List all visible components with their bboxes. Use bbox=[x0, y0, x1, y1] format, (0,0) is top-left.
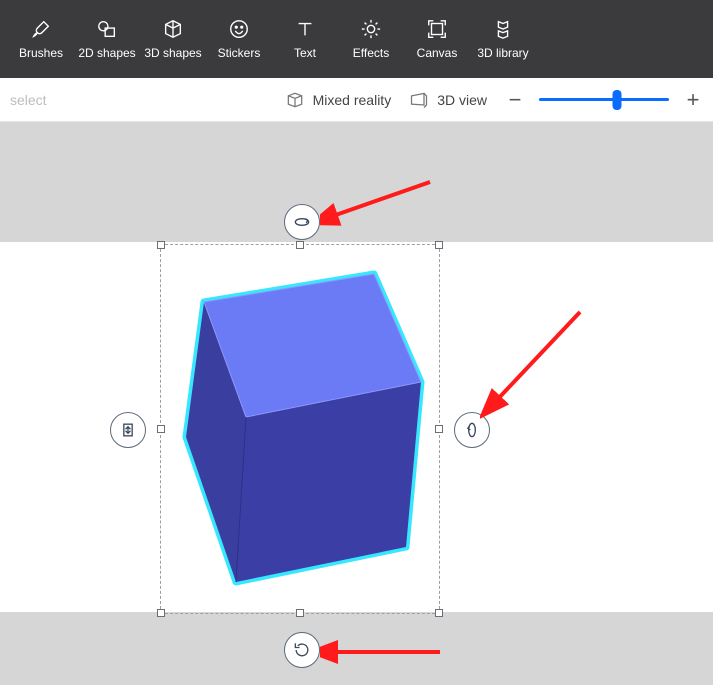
tool-text[interactable]: Text bbox=[272, 8, 338, 70]
rotate-y-control[interactable] bbox=[454, 412, 490, 448]
resize-handle-top-left[interactable] bbox=[157, 241, 165, 249]
mixed-reality-button[interactable]: Mixed reality bbox=[285, 90, 392, 110]
library-3d-icon bbox=[492, 18, 514, 40]
resize-handle-bottom-right[interactable] bbox=[435, 609, 443, 617]
annotation-arrow-top bbox=[320, 172, 440, 232]
zoom-slider[interactable] bbox=[539, 90, 669, 110]
shapes-2d-icon bbox=[96, 18, 118, 40]
mixed-reality-label: Mixed reality bbox=[313, 92, 392, 108]
tool-label: Brushes bbox=[19, 46, 63, 60]
resize-handle-top[interactable] bbox=[296, 241, 304, 249]
tool-2d-shapes[interactable]: 2D shapes bbox=[74, 8, 140, 70]
tool-label: 3D shapes bbox=[144, 46, 201, 60]
tool-3d-shapes[interactable]: 3D shapes bbox=[140, 8, 206, 70]
resize-handle-bottom-left[interactable] bbox=[157, 609, 165, 617]
rotate-z-control[interactable] bbox=[284, 632, 320, 668]
resize-handle-left[interactable] bbox=[157, 425, 165, 433]
view-3d-label: 3D view bbox=[437, 92, 487, 108]
top-toolbar: Brushes 2D shapes 3D shapes Stickers Tex… bbox=[0, 0, 713, 78]
3d-view-button[interactable]: 3D view bbox=[409, 90, 487, 110]
mixed-reality-icon bbox=[285, 90, 305, 110]
view-bar: select Mixed reality 3D view − + bbox=[0, 78, 713, 122]
effects-icon bbox=[360, 18, 382, 40]
tool-label: Stickers bbox=[218, 46, 261, 60]
resize-handle-right[interactable] bbox=[435, 425, 443, 433]
shapes-3d-icon bbox=[162, 18, 184, 40]
zoom-out-button[interactable]: − bbox=[505, 87, 525, 113]
tool-label: 2D shapes bbox=[78, 46, 135, 60]
depth-icon bbox=[118, 420, 138, 440]
canvas-area[interactable] bbox=[0, 122, 713, 685]
rotate-y-icon bbox=[462, 420, 482, 440]
zoom-in-button[interactable]: + bbox=[683, 87, 703, 113]
zoom-thumb[interactable] bbox=[613, 90, 622, 110]
view-3d-icon bbox=[409, 90, 429, 110]
annotation-arrow-bottom bbox=[320, 632, 450, 672]
zoom-track bbox=[539, 98, 669, 101]
brush-icon bbox=[30, 18, 52, 40]
resize-handle-top-right[interactable] bbox=[435, 241, 443, 249]
tool-label: Text bbox=[294, 46, 316, 60]
tool-brushes[interactable]: Brushes bbox=[8, 8, 74, 70]
rotate-x-control[interactable] bbox=[284, 204, 320, 240]
rotate-x-icon bbox=[292, 212, 312, 232]
tool-3d-library[interactable]: 3D library bbox=[470, 8, 536, 70]
tool-stickers[interactable]: Stickers bbox=[206, 8, 272, 70]
selection-bounding-box[interactable] bbox=[160, 244, 440, 614]
text-icon bbox=[294, 18, 316, 40]
zoom-controls: − + bbox=[505, 87, 703, 113]
stickers-icon bbox=[228, 18, 250, 40]
resize-handle-bottom[interactable] bbox=[296, 609, 304, 617]
tool-label: Canvas bbox=[417, 46, 458, 60]
select-label: select bbox=[10, 92, 47, 108]
tool-effects[interactable]: Effects bbox=[338, 8, 404, 70]
tool-canvas[interactable]: Canvas bbox=[404, 8, 470, 70]
tool-label: 3D library bbox=[477, 46, 528, 60]
depth-z-control[interactable] bbox=[110, 412, 146, 448]
rotate-z-icon bbox=[292, 640, 312, 660]
canvas-icon bbox=[426, 18, 448, 40]
tool-label: Effects bbox=[353, 46, 389, 60]
